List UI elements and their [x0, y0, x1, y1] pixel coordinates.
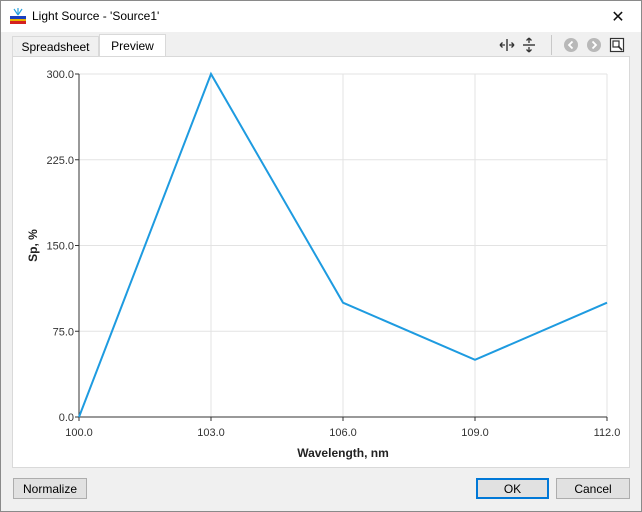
x-tick-label: 109.0 — [461, 427, 489, 439]
tab-preview[interactable]: Preview — [99, 34, 166, 57]
y-tick-label: 300.0 — [46, 69, 74, 81]
chart-ticks: 100.0 103.0 106.0 109.0 112.0 0.0 75.0 150.0 225… — [46, 69, 620, 439]
fit-width-icon[interactable] — [498, 36, 516, 54]
cancel-button[interactable]: Cancel — [556, 478, 630, 499]
spectrum-chart: 100.0 103.0 106.0 109.0 112.0 0.0 75.0 150.0 225… — [26, 69, 620, 460]
x-tick-label: 100.0 — [65, 427, 93, 439]
y-tick-label: 75.0 — [53, 326, 74, 338]
x-tick-label: 106.0 — [329, 427, 357, 439]
tab-spreadsheet[interactable]: Spreadsheet — [12, 36, 99, 56]
close-button[interactable]: ✕ — [595, 1, 641, 32]
y-tick-label: 150.0 — [46, 241, 74, 253]
back-icon[interactable] — [562, 36, 580, 54]
export-icon[interactable] — [608, 36, 626, 54]
window-title: Light Source - 'Source1' — [32, 9, 160, 23]
fit-height-icon[interactable] — [520, 36, 538, 54]
ok-button[interactable]: OK — [476, 478, 549, 499]
toolbar-separator — [551, 35, 552, 55]
chart-grid — [78, 73, 608, 418]
y-tick-label: 0.0 — [59, 412, 74, 424]
y-tick-label: 225.0 — [46, 155, 74, 167]
light-source-icon — [10, 8, 26, 24]
x-tick-label: 112.0 — [594, 427, 621, 439]
close-icon: ✕ — [611, 8, 625, 26]
title-bar: Light Source - 'Source1' ✕ — [1, 1, 641, 32]
forward-icon[interactable] — [585, 36, 603, 54]
x-axis-label: Wavelength, nm — [297, 446, 389, 460]
x-tick-label: 103.0 — [197, 427, 225, 439]
normalize-button[interactable]: Normalize — [13, 478, 87, 499]
dialog-window: Light Source - 'Source1' ✕ Spreadsheet P… — [0, 0, 642, 512]
y-axis-label: Sp, % — [26, 229, 40, 262]
